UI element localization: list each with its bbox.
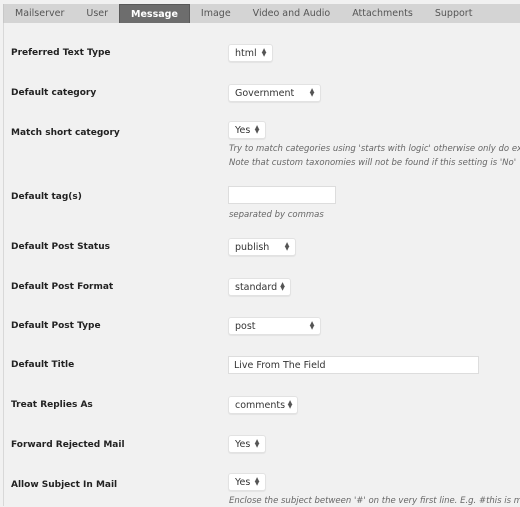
forward-rejected-mail-label: Forward Rejected Mail [11,440,125,450]
default-category-select[interactable]: Government ▲ ▼ [228,84,321,102]
select-arrows-icon: ▲ ▼ [254,124,260,135]
tab-image[interactable]: Image [190,4,242,23]
default-title-input[interactable] [228,356,479,374]
select-value: Government [235,87,295,99]
default-post-status-label: Default Post Status [11,242,110,252]
select-arrows-icon: ▲ ▼ [280,281,285,292]
allow-subject-in-mail-select[interactable]: Yes ▲ ▼ [228,473,266,491]
select-arrows-icon: ▲ ▼ [309,320,315,331]
tab-user[interactable]: User [75,4,119,23]
allow-subject-in-mail-label: Allow Subject In Mail [11,480,118,490]
allow-subject-in-mail-hint: Enclose the subject between '#' on the v… [229,496,520,506]
default-post-format-select[interactable]: standard ▲ ▼ [228,278,291,296]
preferred-text-type-select[interactable]: html ▲ ▼ [228,44,273,62]
tab-support[interactable]: Support [424,4,484,23]
select-value: comments [235,399,286,411]
tab-mailserver[interactable]: Mailserver [4,4,75,23]
select-value: Yes [235,476,251,488]
default-post-type-label: Default Post Type [11,321,101,331]
panel-left-border [3,23,4,506]
tab-video-and-audio[interactable]: Video and Audio [242,4,342,23]
select-value: post [235,320,256,332]
select-value: standard [235,281,278,293]
default-tags-hint: separated by commas [229,210,324,220]
default-tags-input[interactable] [228,186,336,204]
select-arrows-icon: ▲ ▼ [254,476,260,487]
match-short-category-label: Match short category [11,128,120,138]
default-post-type-select[interactable]: post ▲ ▼ [228,317,321,335]
default-tags-label: Default tag(s) [11,192,82,202]
select-value: Yes [235,124,251,136]
tab-attachments[interactable]: Attachments [341,4,424,23]
default-post-status-select[interactable]: publish ▲ ▼ [228,238,296,256]
select-arrows-icon: ▲ ▼ [309,87,315,98]
select-value: publish [235,241,270,253]
match-short-category-select[interactable]: Yes ▲ ▼ [228,121,266,139]
select-arrows-icon: ▲ ▼ [287,399,293,410]
default-title-label: Default Title [11,360,75,370]
tab-message[interactable]: Message [119,4,190,23]
preferred-text-type-label: Preferred Text Type [11,48,111,58]
treat-replies-as-label: Treat Replies As [11,400,93,410]
select-arrows-icon: ▲ ▼ [284,241,290,252]
select-arrows-icon: ▲ ▼ [254,438,260,449]
settings-tab-bar: Mailserver User Message Image Video and … [3,4,520,23]
match-short-category-hint-1: Try to match categories using 'starts wi… [229,144,520,154]
match-short-category-hint-2: Note that custom taxonomies will not be … [229,158,517,168]
select-value: Yes [235,438,251,450]
select-arrows-icon: ▲ ▼ [261,47,267,58]
default-category-label: Default category [11,88,97,98]
treat-replies-as-select[interactable]: comments ▲ ▼ [228,396,298,414]
default-post-format-label: Default Post Format [11,282,114,292]
forward-rejected-mail-select[interactable]: Yes ▲ ▼ [228,435,266,453]
select-value: html [235,47,257,59]
